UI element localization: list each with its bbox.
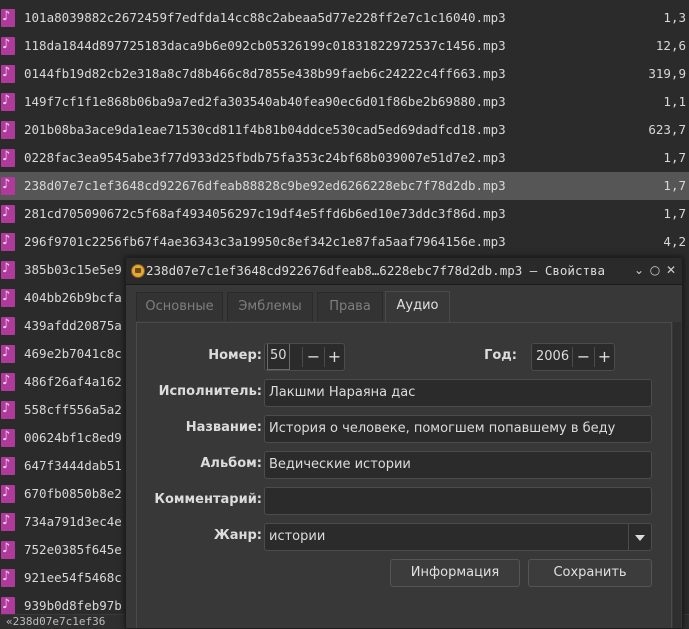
file-size: 4,2 <box>663 234 686 249</box>
track-decrement-button[interactable]: − <box>303 344 324 370</box>
chevron-down-icon[interactable] <box>628 524 651 550</box>
genre-label: Жанр: <box>213 528 262 543</box>
file-row[interactable]: 101a8039882c2672459f7edfda14cc88c2abeaa5… <box>0 4 689 32</box>
file-row[interactable]: 238d07e7c1ef3648cd922676dfeab88828c9be92… <box>0 172 689 200</box>
file-name: 469e2b7041c8c <box>24 346 122 361</box>
genre-value[interactable]: истории <box>269 529 325 544</box>
app-icon <box>131 264 145 278</box>
file-name: 296f9701c2256fb67f4ae36343c3a19950c8ef34… <box>24 234 506 249</box>
file-name: 939b0d8feb97b <box>24 598 122 613</box>
panel-scrollbar[interactable] <box>673 322 681 628</box>
file-size: 1,7 <box>663 178 686 193</box>
comment-input[interactable] <box>264 487 652 515</box>
audio-file-icon <box>1 233 15 251</box>
file-name: 404bb26b9bcfa <box>24 290 122 305</box>
artist-label: Исполнитель: <box>158 384 262 399</box>
save-button[interactable]: Сохранить <box>528 559 652 587</box>
year-value[interactable]: 2006 <box>536 349 569 364</box>
file-size: 12,6 <box>655 38 686 53</box>
artist-input[interactable]: Лакшми Нараяна дас <box>264 379 652 407</box>
file-row[interactable]: 296f9701c2256fb67f4ae36343c3a19950c8ef34… <box>0 228 689 256</box>
album-label: Альбом: <box>200 456 262 471</box>
file-name: 149f7cf1f1e868b06ba9a7ed2fa303540ab40fea… <box>24 94 506 109</box>
file-name: 752e0385f645e <box>24 542 122 557</box>
audio-file-icon <box>1 65 15 83</box>
file-row[interactable]: 0144fb19d82cb2e318a8c7d8b466c8d7855e438b… <box>0 60 689 88</box>
file-name: 558cff556a5a2 <box>24 402 122 417</box>
audio-file-icon <box>1 205 15 223</box>
year-label: Год: <box>484 348 517 363</box>
info-button[interactable]: Информация <box>390 559 520 587</box>
track-increment-button[interactable]: + <box>324 344 344 370</box>
file-name: 734a791d3ec4e <box>24 514 122 529</box>
track-label: Номер: <box>208 348 262 363</box>
file-name: 486f26af4a162 <box>24 374 122 389</box>
tab-emblems[interactable]: Эмблемы <box>227 292 313 321</box>
file-size: 1,3 <box>663 10 686 25</box>
audio-file-icon <box>1 569 15 587</box>
file-name: 238d07e7c1ef3648cd922676dfeab88828c9be92… <box>24 178 506 193</box>
audio-file-icon <box>1 177 15 195</box>
file-size: 319,9 <box>648 66 686 81</box>
audio-file-icon <box>1 149 15 167</box>
file-name: 201b08ba3ace9da1eae71530cd811f4b81b04ddc… <box>24 122 506 137</box>
track-spinbox[interactable]: 50 − + <box>264 343 345 371</box>
audio-file-icon <box>1 541 15 559</box>
audio-file-icon <box>1 317 15 335</box>
file-size: 1,7 <box>663 206 686 221</box>
file-row[interactable]: 149f7cf1f1e868b06ba9a7ed2fa303540ab40fea… <box>0 88 689 116</box>
audio-file-icon <box>1 289 15 307</box>
minimize-icon[interactable]: ⌄ <box>633 261 645 279</box>
audio-file-icon <box>1 401 15 419</box>
audio-file-icon <box>1 121 15 139</box>
year-increment-button[interactable]: + <box>594 344 614 370</box>
file-name: 439afdd20875a <box>24 318 122 333</box>
audio-file-icon <box>1 373 15 391</box>
file-name: 0228fac3ea9545abe3f77d933d25fbdb75fa353c… <box>24 150 506 165</box>
file-row[interactable]: 0228fac3ea9545abe3f77d933d25fbdb75fa353c… <box>0 144 689 172</box>
audio-file-icon <box>1 37 15 55</box>
audio-file-icon <box>1 513 15 531</box>
file-name: 670fb0850b8e2 <box>24 486 122 501</box>
file-size: 623,7 <box>648 122 686 137</box>
year-spinbox[interactable]: 2006 − + <box>531 343 615 371</box>
audio-file-icon <box>1 597 15 615</box>
properties-dialog: 238d07e7c1ef3648cd922676dfeab8…6228ebc7f… <box>125 257 683 629</box>
track-value[interactable]: 50 <box>267 344 290 370</box>
title-input[interactable]: История о человеке, помогшем попавшему в… <box>264 415 652 443</box>
album-input[interactable]: Ведические истории <box>264 451 652 479</box>
audio-file-icon <box>1 345 15 363</box>
dialog-title: 238d07e7c1ef3648cd922676dfeab8…6228ebc7f… <box>146 263 606 278</box>
close-icon[interactable]: ✕ <box>665 261 677 279</box>
file-name: 00624bf1c8ed9 <box>24 430 122 445</box>
audio-file-icon <box>1 429 15 447</box>
tab-audio[interactable]: Аудио <box>385 291 450 322</box>
tab-permissions[interactable]: Права <box>317 292 383 321</box>
file-name: 281cd705090672c5f68af4934056297c19df4e5f… <box>24 206 506 221</box>
file-row[interactable]: 201b08ba3ace9da1eae71530cd811f4b81b04ddc… <box>0 116 689 144</box>
tab-general[interactable]: Основные <box>136 292 223 321</box>
file-row[interactable]: 118da1844d897725183daca9b6e092cb05326199… <box>0 32 689 60</box>
audio-file-icon <box>1 93 15 111</box>
file-row[interactable]: 281cd705090672c5f68af4934056297c19df4e5f… <box>0 200 689 228</box>
audio-file-icon <box>1 485 15 503</box>
file-name: 921ee54f5468c <box>24 570 122 585</box>
audio-panel: Номер: 50 − + Год: 2006 − + Исполнитель:… <box>136 322 672 628</box>
title-label: Название: <box>185 420 262 435</box>
year-decrement-button[interactable]: − <box>573 344 594 370</box>
audio-file-icon <box>1 261 15 279</box>
dialog-titlebar[interactable]: 238d07e7c1ef3648cd922676dfeab8…6228ebc7f… <box>126 258 682 285</box>
file-name: 647f3444dab51 <box>24 458 122 473</box>
audio-file-icon <box>1 457 15 475</box>
comment-label: Комментарий: <box>154 492 262 507</box>
file-name: 118da1844d897725183daca9b6e092cb05326199… <box>24 38 506 53</box>
audio-file-icon <box>1 9 15 27</box>
genre-combobox[interactable]: истории <box>264 523 652 551</box>
file-name: 0144fb19d82cb2e318a8c7d8b466c8d7855e438b… <box>24 66 506 81</box>
file-size: 1,1 <box>663 94 686 109</box>
restore-icon[interactable]: ○ <box>649 261 661 279</box>
file-name: 101a8039882c2672459f7edfda14cc88c2abeaa5… <box>24 10 506 25</box>
file-name: 385b03c15e5e9 <box>24 262 122 277</box>
file-size: 1,7 <box>663 150 686 165</box>
